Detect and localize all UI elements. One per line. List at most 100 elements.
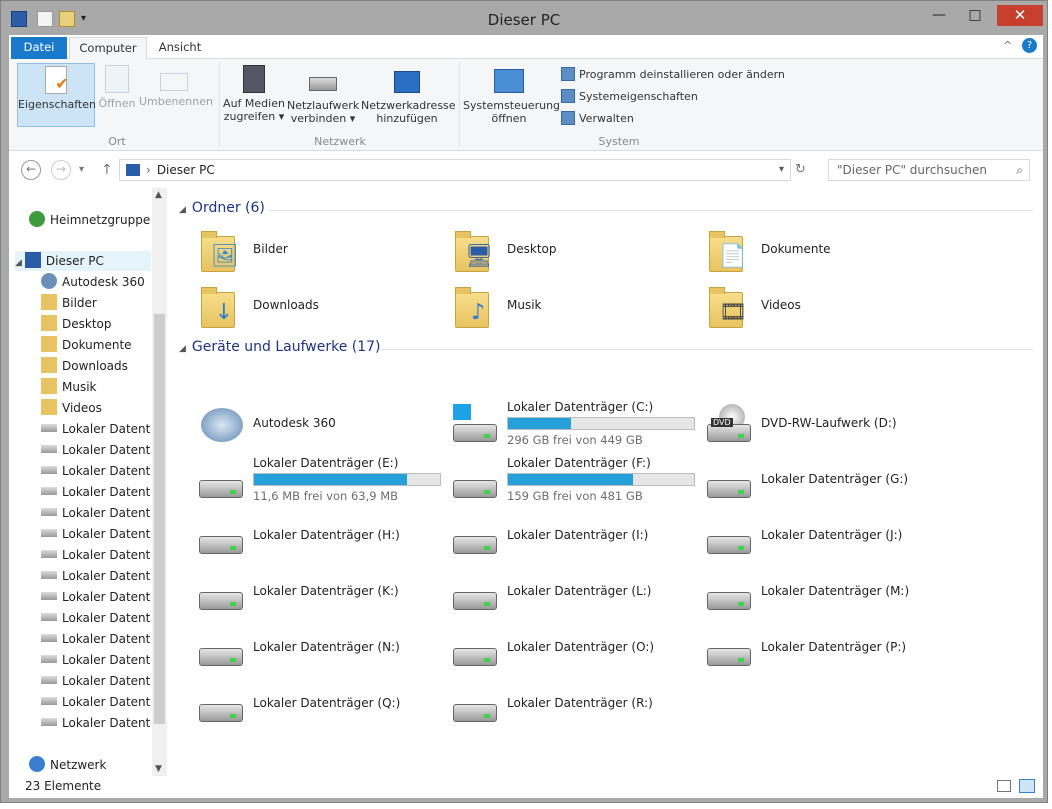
folder-label: Dokumente bbox=[761, 242, 831, 256]
nav-item[interactable]: Lokaler Datenträger bbox=[41, 692, 151, 712]
tiles-view-icon[interactable] bbox=[1019, 779, 1035, 793]
search-input[interactable]: "Dieser PC" durchsuchen ⌕ bbox=[828, 159, 1030, 181]
title-bar[interactable]: ▾ Dieser PC — □ ✕ bbox=[1, 1, 1047, 35]
control-panel-button[interactable]: Systemsteuerung öffnen bbox=[463, 63, 560, 127]
tab-datei[interactable]: Datei bbox=[11, 37, 67, 60]
nav-item[interactable]: Lokaler Datenträger bbox=[41, 671, 151, 691]
nav-item[interactable]: Musik bbox=[41, 377, 151, 397]
rename-button[interactable]: Umbenennen bbox=[139, 63, 213, 127]
system-properties-button[interactable]: Systemeigenschaften bbox=[561, 88, 698, 106]
folder-item[interactable]: 🎞 Videos bbox=[697, 280, 951, 336]
manage-button[interactable]: Verwalten bbox=[561, 110, 634, 128]
drive-item[interactable]: DVD DVD-RW-Laufwerk (D:) bbox=[697, 398, 951, 454]
nav-item[interactable]: Desktop bbox=[41, 314, 151, 334]
nav-thispc[interactable]: ◢ Dieser PC bbox=[15, 251, 151, 271]
address-bar[interactable]: › Dieser PC ▾ bbox=[119, 159, 791, 181]
drive-item[interactable]: Lokaler Datenträger (H:) bbox=[189, 510, 443, 566]
nav-item[interactable]: Downloads bbox=[41, 356, 151, 376]
section-drives[interactable]: ◢ Geräte und Laufwerke (17) bbox=[179, 339, 381, 355]
refresh-icon[interactable]: ↻ bbox=[795, 161, 806, 179]
nav-item[interactable]: Lokaler Datenträger bbox=[41, 461, 151, 481]
tab-ansicht[interactable]: Ansicht bbox=[149, 37, 211, 60]
drive-item[interactable]: Lokaler Datenträger (G:) bbox=[697, 454, 951, 510]
maximize-button[interactable]: □ bbox=[961, 5, 989, 26]
nav-item[interactable]: Lokaler Datenträger bbox=[41, 566, 151, 586]
content-pane: ◢ Ordner (6) 🖼 Bilder 🖥 Desktop 📄 Dokumente ↓ Do… bbox=[169, 188, 1043, 776]
folder-item[interactable]: ↓ Downloads bbox=[189, 280, 443, 336]
scrollbar-thumb[interactable] bbox=[154, 314, 165, 724]
nav-homegroup[interactable]: Heimnetzgruppe bbox=[29, 210, 150, 230]
details-view-icon[interactable] bbox=[997, 780, 1011, 792]
nav-item[interactable]: Lokaler Datenträger bbox=[41, 587, 151, 607]
status-bar: 23 Elemente bbox=[9, 776, 1043, 798]
drive-item[interactable]: Lokaler Datenträger (M:) bbox=[697, 566, 951, 622]
properties-button[interactable]: ✔ Eigenschaften bbox=[17, 63, 96, 127]
drive-item[interactable]: Lokaler Datenträger (F:) 159 GB frei von … bbox=[443, 454, 697, 510]
up-icon[interactable]: ↑ bbox=[101, 161, 113, 179]
collapse-ribbon-icon[interactable]: ^ bbox=[1003, 39, 1012, 52]
access-media-button[interactable]: Auf Medien zugreifen ▾ bbox=[223, 63, 285, 127]
nav-item[interactable]: Dokumente bbox=[41, 335, 151, 355]
drive-item[interactable]: Lokaler Datenträger (P:) bbox=[697, 622, 951, 678]
nav-item[interactable]: Lokaler Datenträger bbox=[41, 713, 151, 733]
drive-item[interactable]: Lokaler Datenträger (K:) bbox=[189, 566, 443, 622]
drive-item[interactable]: Lokaler Datenträger (R:) bbox=[443, 678, 697, 734]
nav-item[interactable]: Lokaler Datenträger bbox=[41, 650, 151, 670]
drive-label: Lokaler Datenträger (E:) bbox=[253, 456, 399, 470]
nav-item[interactable]: Videos bbox=[41, 398, 151, 418]
collapse-icon: ◢ bbox=[15, 258, 22, 268]
drive-icon bbox=[41, 529, 57, 537]
drive-free-space: 159 GB frei von 481 GB bbox=[507, 489, 643, 503]
close-button[interactable]: ✕ bbox=[997, 5, 1043, 26]
nav-item[interactable]: Lokaler Datenträger bbox=[41, 545, 151, 565]
drive-item[interactable]: Lokaler Datenträger (E:) 11,6 MB frei von… bbox=[189, 454, 443, 510]
forward-icon[interactable]: → bbox=[51, 160, 71, 180]
drive-label: Lokaler Datenträger (R:) bbox=[507, 696, 653, 710]
nav-item[interactable]: Bilder bbox=[41, 293, 151, 313]
drive-label: Lokaler Datenträger (K:) bbox=[253, 584, 399, 598]
folder-label: Musik bbox=[507, 298, 542, 312]
nav-item[interactable]: Lokaler Datenträger bbox=[41, 524, 151, 544]
nav-item[interactable]: Lokaler Datenträger bbox=[41, 482, 151, 502]
drive-item[interactable]: Lokaler Datenträger (I:) bbox=[443, 510, 697, 566]
scroll-up-icon[interactable]: ▲ bbox=[155, 190, 162, 200]
ribbon-tabs: Datei Computer Ansicht ^ ? bbox=[9, 35, 1043, 60]
recent-locations-icon[interactable]: ▾ bbox=[79, 161, 84, 179]
drive-item[interactable]: Lokaler Datenträger (C:) 296 GB frei von … bbox=[443, 398, 697, 454]
scroll-down-icon[interactable]: ▼ bbox=[155, 764, 162, 774]
drive-item[interactable]: Lokaler Datenträger (L:) bbox=[443, 566, 697, 622]
nav-item[interactable]: Lokaler Datenträger bbox=[41, 503, 151, 523]
back-icon[interactable]: ← bbox=[21, 160, 41, 180]
folder-item[interactable]: 📄 Dokumente bbox=[697, 224, 951, 280]
map-network-drive-button[interactable]: Netzlaufwerk verbinden ▾ bbox=[287, 63, 359, 127]
drive-item[interactable]: Autodesk 360 bbox=[189, 398, 443, 454]
nav-item[interactable]: Autodesk 360 bbox=[41, 272, 151, 292]
folder-item[interactable]: ♪ Musik bbox=[443, 280, 697, 336]
nav-item[interactable]: Lokaler Datenträger bbox=[41, 629, 151, 649]
nav-item[interactable]: Lokaler Datenträger bbox=[41, 440, 151, 460]
drive-item[interactable]: Lokaler Datenträger (J:) bbox=[697, 510, 951, 566]
drive-item[interactable]: Lokaler Datenträger (N:) bbox=[189, 622, 443, 678]
drive-item[interactable]: Lokaler Datenträger (Q:) bbox=[189, 678, 443, 734]
dvd-badge: DVD bbox=[711, 418, 733, 427]
drive-shape bbox=[707, 480, 751, 498]
properties-icon: ✔ bbox=[45, 66, 69, 94]
drive-icon bbox=[705, 458, 751, 504]
tab-computer[interactable]: Computer bbox=[69, 37, 147, 60]
add-network-location-button[interactable]: Netzwerkadresse hinzufügen bbox=[361, 63, 456, 127]
section-folders[interactable]: ◢ Ordner (6) bbox=[179, 200, 265, 216]
drive-shape bbox=[707, 536, 751, 554]
open-button[interactable]: Öffnen bbox=[97, 63, 137, 127]
folder-item[interactable]: 🖥 Desktop bbox=[443, 224, 697, 280]
nav-item[interactable]: Lokaler Datenträger bbox=[41, 608, 151, 628]
minimize-button[interactable]: — bbox=[925, 5, 953, 26]
uninstall-program-button[interactable]: Programm deinstallieren oder ändern bbox=[561, 66, 785, 84]
search-placeholder: "Dieser PC" durchsuchen bbox=[837, 163, 987, 177]
address-dropdown-icon[interactable]: ▾ bbox=[779, 160, 784, 180]
help-icon[interactable]: ? bbox=[1022, 38, 1037, 53]
nav-network[interactable]: Netzwerk bbox=[29, 755, 106, 775]
nav-item[interactable]: Lokaler Datenträger bbox=[41, 419, 151, 439]
folder-item[interactable]: 🖼 Bilder bbox=[189, 224, 443, 280]
drive-shape bbox=[453, 480, 497, 498]
drive-item[interactable]: Lokaler Datenträger (O:) bbox=[443, 622, 697, 678]
